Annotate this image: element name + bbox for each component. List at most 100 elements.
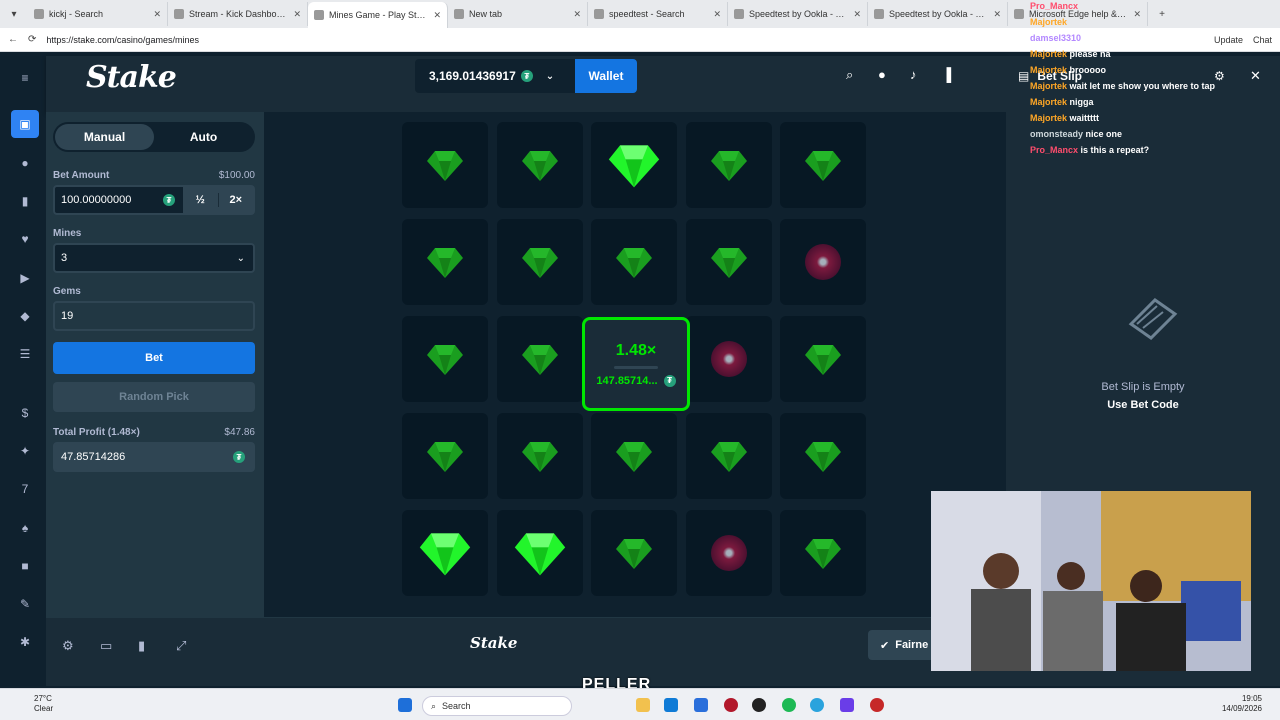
mines-value: 3 [61,252,68,264]
app-icon[interactable] [752,698,766,712]
bookmark-icon[interactable]: ▮ [15,191,35,211]
mine-tile[interactable] [402,122,488,208]
fullscreen-icon[interactable]: ⤢ [176,638,186,654]
store-icon[interactable] [694,698,708,712]
refresh-icon[interactable]: ⟳ [28,34,36,45]
sports-icon[interactable]: ● [15,153,35,173]
tab-actions-icon[interactable]: ▾ [0,0,28,28]
mine-tile[interactable] [685,510,772,596]
stake-logo[interactable]: Stake [86,60,177,95]
obs-icon[interactable] [724,698,738,712]
mine-tile[interactable] [496,413,583,499]
half-bet-button[interactable]: ½ [183,187,218,213]
mine-tile[interactable] [780,122,866,208]
random-pick-button[interactable]: Random Pick [53,382,255,412]
app-icon[interactable] [870,698,884,712]
total-profit-usd: $47.86 [224,427,255,438]
sidebar-toggle-icon[interactable]: ▐ [942,67,951,82]
promotions-icon[interactable]: ✱ [15,632,35,652]
mine-tile[interactable] [685,219,772,305]
gem-icon [521,442,558,472]
divider [614,365,658,369]
chat-username: Pro_Mancx [1030,1,1079,11]
mine-tile[interactable] [402,316,488,402]
mine-tile[interactable] [496,122,583,208]
browser-tab[interactable]: Speedtest by Ookla - The Gl ✕ [868,2,1008,26]
mine-tile[interactable] [402,510,488,596]
manual-tab[interactable]: Manual [55,124,154,150]
close-tab-icon[interactable]: ✕ [713,9,721,20]
casino-icon[interactable]: ▣ [11,110,39,138]
close-tab-icon[interactable]: ✕ [853,9,861,20]
close-tab-icon[interactable]: ✕ [573,9,581,20]
stats-icon[interactable]: ▮ [138,638,145,654]
mine-tile[interactable] [496,219,583,305]
mine-tile[interactable] [780,510,866,596]
auto-tab[interactable]: Auto [154,124,253,150]
game-shows-icon[interactable]: ■ [15,556,35,576]
bet-button[interactable]: Bet [53,342,255,374]
notifications-icon[interactable]: ♪ [910,67,917,82]
mine-tile[interactable] [402,219,488,305]
mines-select[interactable]: 3 ⌄ [53,243,255,273]
mines-board-area: 1.48× 147.85714... ₮ [264,112,1006,617]
new-releases-icon[interactable]: ✦ [15,441,35,461]
mine-tile[interactable] [591,510,677,596]
user-icon[interactable]: ● [878,67,886,82]
mine-tile[interactable] [685,316,772,402]
close-tab-icon[interactable]: ✕ [293,9,301,20]
wallet-button[interactable]: Wallet [575,59,637,93]
browser-tab[interactable]: kickj - Search ✕ [28,2,168,26]
browser-tab[interactable]: Mines Game - Play Stake ✕ [308,2,448,28]
browser-tab[interactable]: Stream - Kick Dashboard ✕ [168,2,308,26]
close-tab-icon[interactable]: ✕ [433,10,441,21]
close-tab-icon[interactable]: ✕ [993,9,1001,20]
mine-tile[interactable] [496,510,583,596]
theatre-mode-icon[interactable]: ▭ [100,638,112,654]
spotify-icon[interactable] [782,698,796,712]
mine-tile[interactable] [685,122,772,208]
system-clock[interactable]: 19:05 14/09/2026 [1222,694,1262,714]
originals-icon[interactable]: $ [15,403,35,423]
back-icon[interactable]: ← [8,34,18,45]
edge-icon[interactable] [664,698,678,712]
mine-tile[interactable] [591,122,677,208]
bet-amount-label: Bet Amount [53,170,110,181]
mine-tile[interactable] [591,219,677,305]
settings-icon[interactable]: ⚙ [62,638,74,654]
mine-tile[interactable] [780,316,866,402]
exclusives-icon[interactable]: ✎ [15,594,35,614]
close-tab-icon[interactable]: ✕ [153,9,161,20]
menu-icon[interactable]: ≡ [15,68,35,88]
browser-tab[interactable]: Speedtest by Ookla - The Gl ✕ [728,2,868,26]
double-bet-button[interactable]: 2× [219,187,254,213]
my-bets-icon[interactable]: ☰ [15,344,35,364]
favicon-icon [874,9,884,19]
slots-icon[interactable]: 7 [15,479,35,499]
recent-icon[interactable]: ▶ [15,268,35,288]
challenges-icon[interactable]: ◆ [15,306,35,326]
browser-tab[interactable]: New tab ✕ [448,2,588,26]
file-explorer-icon[interactable] [636,698,650,712]
weather-widget[interactable]: 27°C Clear [34,694,53,714]
mine-tile[interactable] [591,413,677,499]
mine-tile[interactable] [780,413,866,499]
live-casino-icon[interactable]: ♠ [15,518,35,538]
search-icon[interactable]: ⌕ [846,67,853,83]
start-icon[interactable] [398,698,412,712]
browser-tab[interactable]: speedtest - Search ✕ [588,2,728,26]
mine-tile[interactable] [496,316,583,402]
mine-tile[interactable] [402,413,488,499]
bet-amount-input[interactable]: 100.00000000 ₮ ½ 2× [53,185,255,215]
chevron-down-icon: ⌄ [545,70,555,82]
mine-tile[interactable] [780,219,866,305]
taskbar-search[interactable]: ⌕ Search [422,696,572,716]
gem-icon [710,442,747,472]
mine-tile[interactable] [685,413,772,499]
chat-text: brooooo [1069,65,1107,75]
app-icon[interactable] [840,698,854,712]
favorites-icon[interactable]: ♥ [15,229,35,249]
balance-selector[interactable]: 3,169.01436917 ₮ ⌄ [415,59,575,93]
telegram-icon[interactable] [810,698,824,712]
use-bet-code-link[interactable]: Use Bet Code [1006,399,1280,411]
